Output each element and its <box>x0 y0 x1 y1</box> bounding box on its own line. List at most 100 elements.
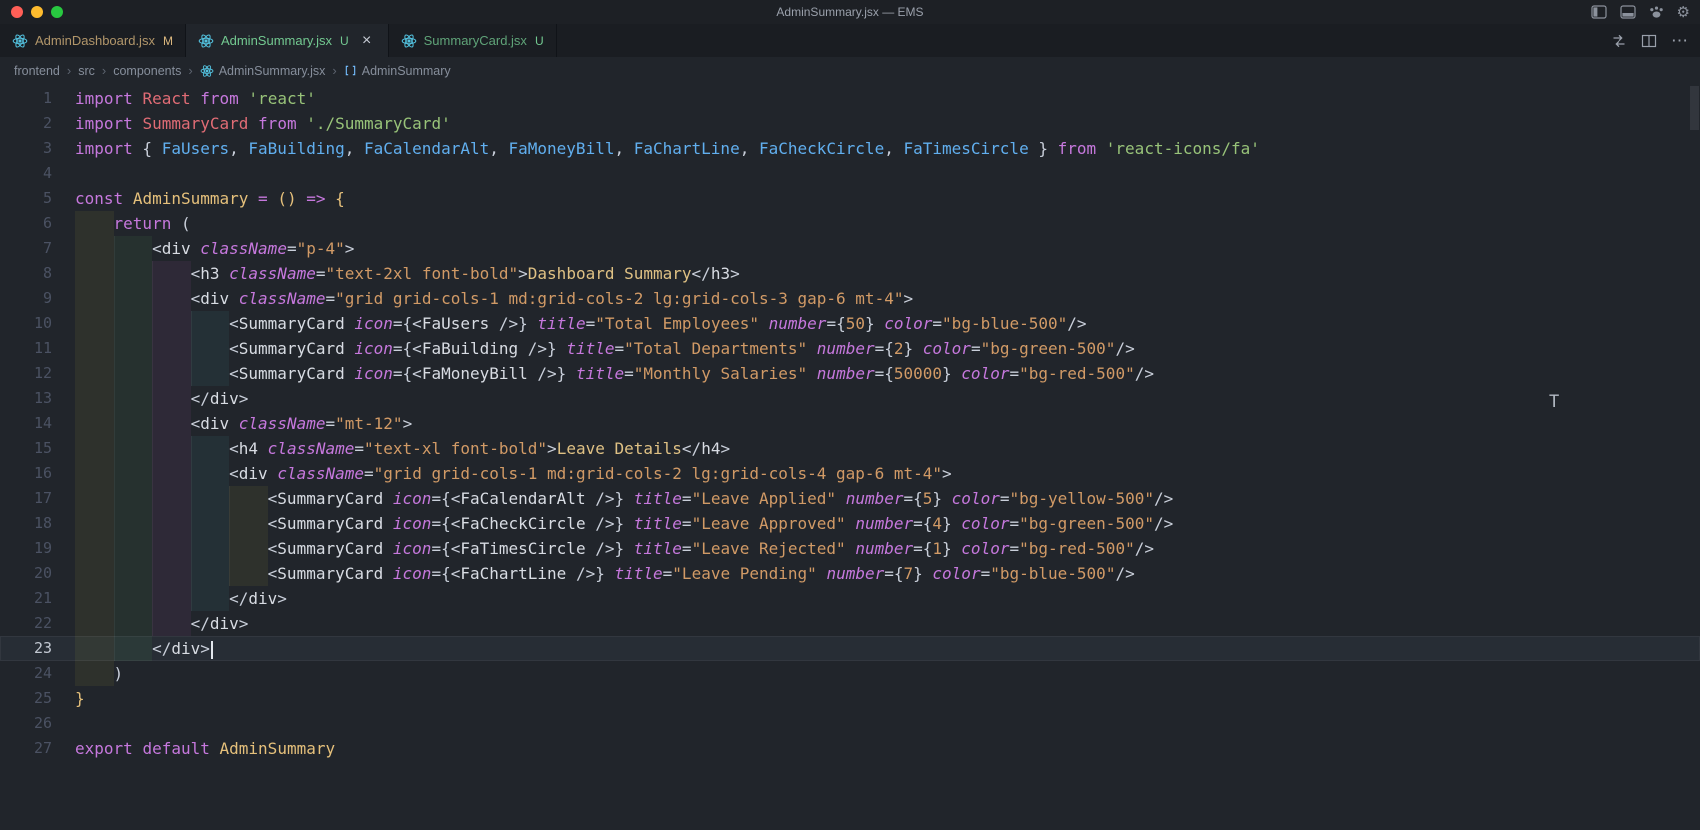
react-file-icon <box>198 33 214 48</box>
git-status-badge: M <box>162 33 173 48</box>
code-line[interactable]: 20 <SummaryCard icon={<FaChartLine />} t… <box>0 561 1700 586</box>
code-line[interactable]: 23 </div> <box>0 636 1700 661</box>
code-line[interactable]: 27 export default AdminSummary <box>0 736 1700 761</box>
line-number[interactable]: 18 <box>0 511 52 536</box>
symbol-variable-icon <box>345 65 356 76</box>
code-line[interactable]: 5 const AdminSummary = () => { <box>0 186 1700 211</box>
line-number[interactable]: 13 <box>0 386 52 411</box>
code-line[interactable]: 16 <div className="grid grid-cols-1 md:g… <box>0 461 1700 486</box>
line-number[interactable]: 7 <box>0 236 52 261</box>
line-number[interactable]: 16 <box>0 461 52 486</box>
close-window-button[interactable] <box>11 6 23 18</box>
code-line[interactable]: 1 import React from 'react' <box>0 86 1700 111</box>
chevron-right-icon: › <box>66 63 72 78</box>
scrollbar-thumb[interactable] <box>1690 86 1699 130</box>
gear-icon[interactable]: ⚙ <box>1677 5 1690 20</box>
breadcrumb: frontend › src › components › AdminSumma… <box>0 57 1700 84</box>
code-text: <div className="grid grid-cols-1 md:grid… <box>75 286 1700 311</box>
chevron-right-icon: › <box>101 63 107 78</box>
line-number[interactable]: 24 <box>0 661 52 686</box>
line-number[interactable]: 15 <box>0 436 52 461</box>
code-line[interactable]: 4 <box>0 161 1700 186</box>
layout-sidebar-icon[interactable] <box>1590 5 1607 19</box>
code-line[interactable]: 22 </div> <box>0 611 1700 636</box>
line-number[interactable]: 6 <box>0 211 52 236</box>
code-editor[interactable]: 1 import React from 'react' 2 import Summar… <box>0 84 1700 830</box>
line-number[interactable]: 21 <box>0 586 52 611</box>
code-line[interactable]: 11 <SummaryCard icon={<FaBuilding />} ti… <box>0 336 1700 361</box>
minimize-window-button[interactable] <box>31 6 43 18</box>
line-number[interactable]: 23 <box>0 636 52 661</box>
breadcrumb-item-src[interactable]: src <box>78 64 95 78</box>
code-line[interactable]: 10 <SummaryCard icon={<FaUsers />} title… <box>0 311 1700 336</box>
code-text: <div className="p-4"> <box>75 236 1700 261</box>
close-tab-icon[interactable]: × <box>358 32 376 50</box>
code-line[interactable]: 14 <div className="mt-12"> <box>0 411 1700 436</box>
line-number[interactable]: 10 <box>0 311 52 336</box>
breadcrumb-item-frontend[interactable]: frontend <box>14 64 60 78</box>
breadcrumb-item-file[interactable]: AdminSummary.jsx <box>200 64 325 78</box>
code-line[interactable]: 2 import SummaryCard from './SummaryCard' <box>0 111 1700 136</box>
line-number[interactable]: 17 <box>0 486 52 511</box>
code-text: import React from 'react' <box>75 89 316 108</box>
code-line[interactable]: 12 <SummaryCard icon={<FaMoneyBill />} t… <box>0 361 1700 386</box>
code-line[interactable]: 8 <h3 className="text-2xl font-bold">Das… <box>0 261 1700 286</box>
code-text: import SummaryCard from './SummaryCard' <box>75 114 451 133</box>
code-line[interactable]: 24 ) <box>0 661 1700 686</box>
line-number[interactable]: 5 <box>0 186 52 211</box>
layout-panel-icon[interactable] <box>1619 5 1636 19</box>
tab-admin-dashboard[interactable]: AdminDashboard.jsx M <box>0 24 186 57</box>
line-number[interactable]: 3 <box>0 136 52 161</box>
code-line[interactable]: 21 </div> <box>0 586 1700 611</box>
paw-icon[interactable] <box>1649 5 1664 19</box>
code-text: <SummaryCard icon={<FaTimesCircle />} ti… <box>75 536 1700 561</box>
code-text: <SummaryCard icon={<FaBuilding />} title… <box>75 336 1700 361</box>
line-number[interactable]: 1 <box>0 86 52 111</box>
code-text: <SummaryCard icon={<FaMoneyBill />} titl… <box>75 361 1700 386</box>
vscode-window: AdminSummary.jsx — EMS ⚙ AdminDashboard.… <box>0 0 1700 830</box>
line-number[interactable]: 25 <box>0 686 52 711</box>
line-number[interactable]: 11 <box>0 336 52 361</box>
line-number[interactable]: 26 <box>0 711 52 736</box>
code-line[interactable]: 7 <div className="p-4"> <box>0 236 1700 261</box>
code-line[interactable]: 19 <SummaryCard icon={<FaTimesCircle />}… <box>0 536 1700 561</box>
line-number[interactable]: 14 <box>0 411 52 436</box>
code-line[interactable]: 17 <SummaryCard icon={<FaCalendarAlt />}… <box>0 486 1700 511</box>
tab-admin-summary[interactable]: AdminSummary.jsx U × <box>185 24 389 57</box>
more-actions-icon[interactable]: ⋯ <box>1671 32 1688 49</box>
zoom-window-button[interactable] <box>51 6 63 18</box>
line-number[interactable]: 12 <box>0 361 52 386</box>
breadcrumb-item-components[interactable]: components <box>113 64 181 78</box>
code-line[interactable]: 18 <SummaryCard icon={<FaCheckCircle />}… <box>0 511 1700 536</box>
code-text: <div className="mt-12"> <box>75 411 1700 436</box>
line-number[interactable]: 19 <box>0 536 52 561</box>
code-line[interactable]: 13 </div> <box>0 386 1700 411</box>
open-changes-icon[interactable] <box>1611 33 1627 49</box>
chevron-right-icon: › <box>332 63 337 78</box>
code-line[interactable]: 9 <div className="grid grid-cols-1 md:gr… <box>0 286 1700 311</box>
split-editor-icon[interactable] <box>1641 33 1657 49</box>
code-text: import { FaUsers, FaBuilding, FaCalendar… <box>75 139 1260 158</box>
code-text: <h4 className="text-xl font-bold">Leave … <box>75 436 1700 461</box>
line-number[interactable]: 20 <box>0 561 52 586</box>
line-number[interactable]: 22 <box>0 611 52 636</box>
code-text: } <box>75 689 85 708</box>
breadcrumb-item-symbol[interactable]: AdminSummary <box>344 64 451 78</box>
line-number[interactable]: 4 <box>0 161 52 186</box>
code-text: </div> <box>75 636 1700 661</box>
window-title: AdminSummary.jsx — EMS <box>776 5 924 19</box>
line-number[interactable]: 2 <box>0 111 52 136</box>
code-line[interactable]: 6 return ( <box>0 211 1700 236</box>
line-number[interactable]: 8 <box>0 261 52 286</box>
code-text: export default AdminSummary <box>75 739 336 758</box>
code-text: </div> <box>75 586 1700 611</box>
code-line[interactable]: 25} <box>0 686 1700 711</box>
line-number[interactable]: 27 <box>0 736 52 761</box>
tab-summary-card[interactable]: SummaryCard.jsx U <box>389 24 557 57</box>
code-line[interactable]: 26 <box>0 711 1700 736</box>
line-number[interactable]: 9 <box>0 286 52 311</box>
code-line[interactable]: 3 import { FaUsers, FaBuilding, FaCalenda… <box>0 136 1700 161</box>
code-line[interactable]: 15 <h4 className="text-xl font-bold">Lea… <box>0 436 1700 461</box>
